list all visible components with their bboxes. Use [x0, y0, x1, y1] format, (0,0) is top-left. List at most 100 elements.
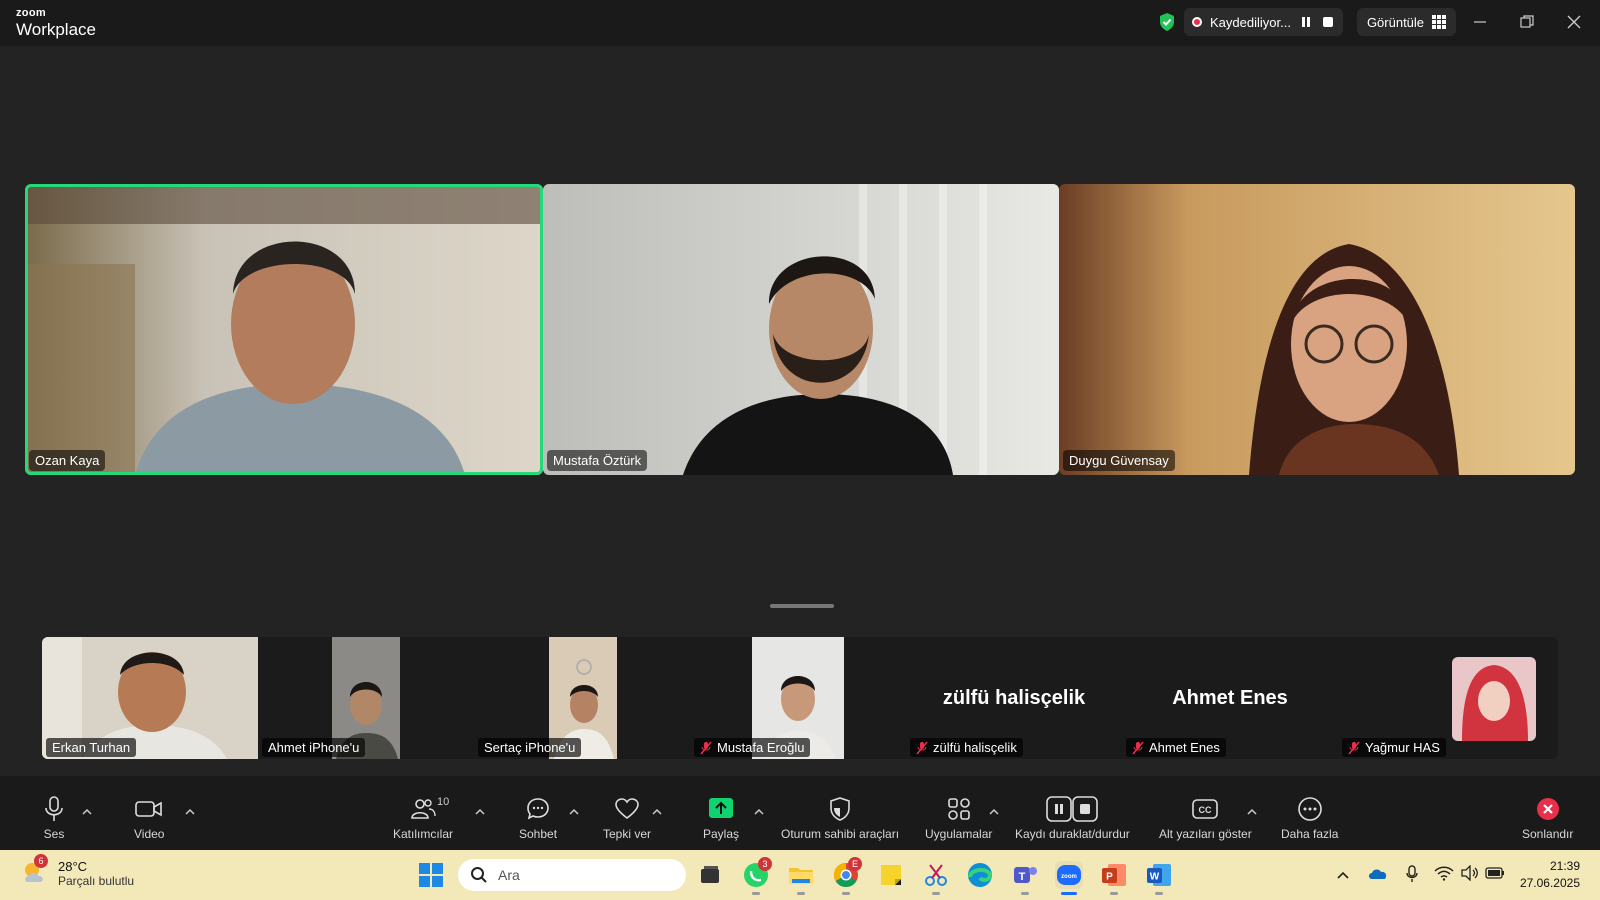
apps-button[interactable]: Uygulamalar	[925, 796, 992, 841]
sticky-notes-icon[interactable]	[877, 861, 905, 889]
running-indicator	[842, 892, 850, 895]
whatsapp-icon[interactable]: 3	[742, 857, 772, 895]
captions-label: Alt yazıları göster	[1159, 827, 1252, 841]
participants-button[interactable]: 10 Katılımcılar	[393, 796, 453, 841]
zoom-icon[interactable]: zoom	[1055, 861, 1083, 895]
pause-stop-recording-button[interactable]: Kaydı duraklat/durdur	[1015, 796, 1130, 841]
chat-button[interactable]: Sohbet	[519, 796, 557, 841]
gallery-tile[interactable]: Erkan Turhan	[42, 637, 258, 759]
recording-label: Kaydediliyor...	[1210, 14, 1291, 30]
pause-recording-icon[interactable]	[1299, 15, 1313, 29]
react-options-chevron-icon[interactable]	[651, 806, 663, 818]
windows-start-icon[interactable]	[417, 861, 445, 889]
task-view-icon[interactable]	[696, 861, 724, 889]
running-indicator	[1110, 892, 1118, 895]
gallery-tile[interactable]: Yağmur HAS	[1338, 637, 1558, 759]
running-indicator	[1155, 892, 1163, 895]
weather-temperature: 28°C	[58, 858, 88, 874]
captions-button[interactable]: CC Alt yazıları göster	[1159, 796, 1252, 841]
video-tile[interactable]: Duygu Güvensay	[1059, 184, 1575, 475]
gallery-tile[interactable]: Ahmet Enes Ahmet Enes	[1122, 637, 1338, 759]
more-button[interactable]: Daha fazla	[1281, 796, 1338, 841]
teams-icon[interactable]: T	[1011, 861, 1039, 895]
file-explorer-icon[interactable]	[787, 861, 815, 895]
apps-options-chevron-icon[interactable]	[988, 806, 1000, 818]
participant-name: Sertaç iPhone'u	[484, 740, 576, 755]
video-camera-icon	[135, 801, 163, 817]
more-label: Daha fazla	[1281, 827, 1339, 841]
chrome-badge: E	[848, 857, 862, 871]
participant-name: Ahmet iPhone'u	[268, 740, 360, 755]
weather-widget[interactable]: 6 28°C Parçalı bulutlu	[20, 854, 135, 888]
participant-name: zülfü halisçelik	[933, 740, 1017, 755]
share-label: Paylaş	[703, 827, 740, 841]
edge-icon[interactable]	[966, 861, 994, 889]
participant-name: Yağmur HAS	[1365, 740, 1440, 755]
svg-text:zoom: zoom	[1061, 874, 1077, 880]
participant-name-tag: Yağmur HAS	[1342, 738, 1446, 757]
share-options-chevron-icon[interactable]	[753, 806, 765, 818]
svg-text:T: T	[1019, 871, 1026, 883]
share-screen-icon	[709, 798, 734, 818]
wifi-icon[interactable]	[1434, 865, 1454, 881]
participant-name-tag: Duygu Güvensay	[1063, 450, 1175, 471]
meeting-toolbar: Ses Video 10 Katılımcılar Sohbet Tepki v…	[0, 776, 1600, 850]
volume-icon[interactable]	[1461, 865, 1479, 881]
powerpoint-icon[interactable]: P	[1100, 861, 1128, 895]
react-button[interactable]: Tepki ver	[603, 796, 651, 841]
video-button[interactable]: Video	[134, 796, 164, 841]
stop-recording-icon[interactable]	[1321, 15, 1335, 29]
microphone-muted-icon	[1348, 741, 1360, 754]
microphone-icon	[45, 796, 63, 821]
grid-view-icon	[1432, 15, 1447, 29]
share-button[interactable]: Paylaş	[703, 796, 739, 841]
end-meeting-button[interactable]: Sonlandır	[1522, 796, 1573, 841]
svg-text:P: P	[1106, 872, 1113, 883]
gallery-resize-handle[interactable]	[770, 604, 834, 608]
gallery-tile[interactable]: Ahmet iPhone'u	[258, 637, 474, 759]
running-indicator	[752, 892, 760, 895]
close-icon[interactable]	[1564, 12, 1584, 32]
participant-video	[543, 184, 1059, 475]
audio-label: Ses	[43, 827, 65, 841]
microphone-tray-icon[interactable]	[1405, 865, 1419, 883]
chat-options-chevron-icon[interactable]	[568, 806, 580, 818]
weather-badge: 6	[34, 854, 48, 868]
view-button[interactable]: Görüntüle	[1356, 8, 1457, 36]
audio-options-chevron-icon[interactable]	[81, 806, 93, 818]
snipping-tool-icon[interactable]	[922, 861, 950, 895]
gallery-tile[interactable]: zülfü halisçelik zülfü halisçelik	[906, 637, 1122, 759]
participants-options-chevron-icon[interactable]	[474, 806, 486, 818]
host-tools-button[interactable]: Oturum sahibi araçları	[781, 796, 899, 841]
captions-options-chevron-icon[interactable]	[1246, 806, 1258, 818]
video-options-chevron-icon[interactable]	[184, 806, 196, 818]
pause-stop-recording-label: Kaydı duraklat/durdur	[1015, 827, 1130, 841]
participant-name-tag: Sertaç iPhone'u	[478, 738, 582, 757]
participant-name-tag: Erkan Turhan	[46, 738, 137, 757]
audio-button[interactable]: Ses	[42, 796, 66, 841]
word-icon[interactable]: W	[1145, 861, 1173, 895]
participant-name-tag: zülfü halisçelik	[910, 738, 1023, 757]
video-tile-active-speaker[interactable]: Ozan Kaya	[25, 184, 543, 475]
chrome-icon[interactable]: E	[832, 857, 862, 895]
clock-time: 21:39	[1549, 859, 1580, 873]
participant-name: Erkan Turhan	[52, 740, 131, 755]
system-clock[interactable]: 21:39 27.06.2025	[1520, 858, 1580, 892]
microphone-muted-icon	[916, 741, 928, 754]
participant-video	[25, 184, 543, 475]
gallery-tile[interactable]: Sertaç iPhone'u	[474, 637, 690, 759]
gallery-tile[interactable]: Mustafa Eroğlu	[690, 637, 906, 759]
encryption-shield-icon[interactable]	[1158, 12, 1176, 32]
minimize-icon[interactable]	[1470, 12, 1490, 32]
recording-indicator[interactable]: Kaydediliyor...	[1184, 8, 1343, 36]
weather-description: Parçalı bulutlu	[58, 873, 135, 888]
restore-icon[interactable]	[1517, 12, 1537, 32]
chat-bubble-icon	[527, 798, 549, 820]
video-tile[interactable]: Mustafa Öztürk	[543, 184, 1059, 475]
end-meeting-label: Sonlandır	[1522, 827, 1574, 841]
battery-icon[interactable]	[1485, 865, 1505, 881]
show-hidden-icons-chevron-icon[interactable]	[1336, 868, 1350, 882]
brand-big: Workplace	[16, 20, 96, 39]
taskbar-search-input[interactable]: Ara	[458, 859, 686, 891]
onedrive-cloud-icon[interactable]	[1368, 865, 1388, 881]
